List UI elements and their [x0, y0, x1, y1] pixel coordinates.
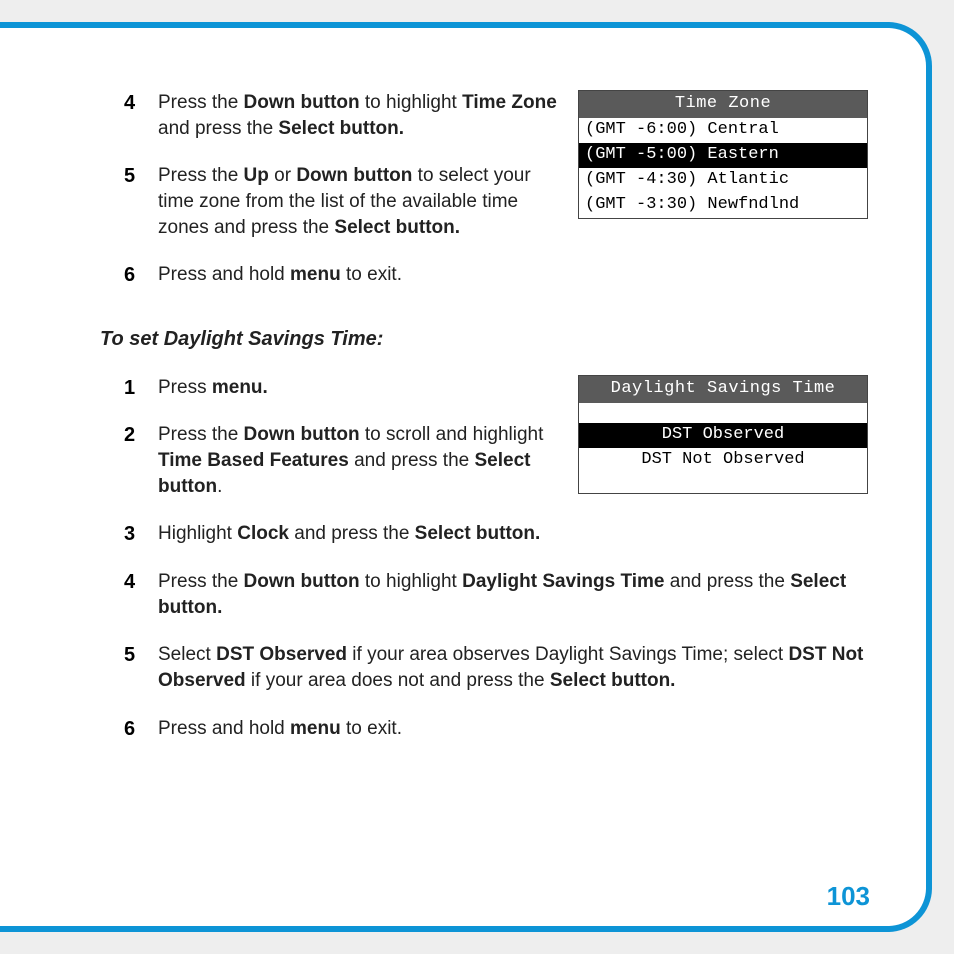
step-text: Press the Down button to scroll and high…: [158, 424, 543, 496]
step-text: Press menu.: [158, 377, 268, 398]
step-text: Select DST Observed if your area observe…: [158, 644, 863, 691]
step-item: 3 Highlight Clock and press the Select b…: [158, 521, 868, 547]
step-text: Press and hold menu to exit.: [158, 264, 402, 285]
step-number: 1: [124, 375, 135, 402]
step-item: 6 Press and hold menu to exit.: [158, 262, 868, 288]
step-text: Press and hold menu to exit.: [158, 718, 402, 739]
step-number: 5: [124, 163, 135, 190]
section-heading-dst: To set Daylight Savings Time:: [100, 326, 868, 353]
step-item: 4 Press the Down button to highlight Day…: [158, 569, 868, 620]
step-number: 6: [124, 262, 135, 289]
step-item: 4 Press the Down button to highlight Tim…: [158, 90, 868, 141]
step-text: Highlight Clock and press the Select but…: [158, 523, 540, 544]
step-text: Press the Down button to highlight Dayli…: [158, 571, 846, 618]
step-item: 5 Press the Up or Down button to select …: [158, 163, 868, 240]
step-item: 1 Press menu.: [158, 375, 868, 401]
step-number: 4: [124, 90, 135, 117]
step-number: 3: [124, 521, 135, 548]
step-number: 4: [124, 569, 135, 596]
step-text: Press the Down button to highlight Time …: [158, 92, 557, 139]
page-number: 103: [827, 881, 870, 912]
page-frame: Time Zone (GMT -6:00) Central (GMT -5:00…: [0, 22, 932, 932]
step-item: 6 Press and hold menu to exit.: [158, 716, 868, 742]
steps-list-b: 1 Press menu. 2 Press the Down button to…: [100, 375, 868, 741]
screen-spacer: [579, 403, 867, 423]
step-item: 2 Press the Down button to scroll and hi…: [158, 422, 868, 499]
step-text: Press the Up or Down button to select yo…: [158, 165, 531, 237]
steps-list-a: 4 Press the Down button to highlight Tim…: [100, 90, 868, 288]
step-number: 2: [124, 422, 135, 449]
step-number: 6: [124, 716, 135, 743]
step-item: 5 Select DST Observed if your area obser…: [158, 642, 868, 693]
step-number: 5: [124, 642, 135, 669]
page-content: Time Zone (GMT -6:00) Central (GMT -5:00…: [100, 90, 868, 741]
